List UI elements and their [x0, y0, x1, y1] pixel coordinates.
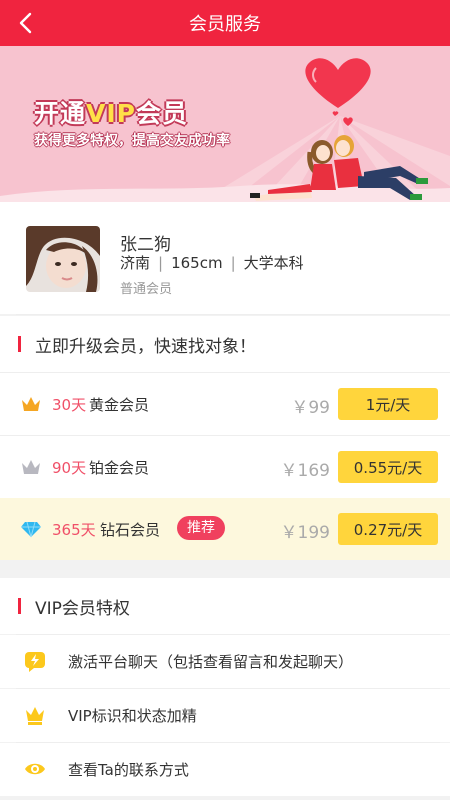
info-separator: |	[158, 254, 164, 272]
diamond-icon	[21, 521, 41, 538]
section-accent-bar	[18, 336, 21, 352]
user-education: 大学本科	[243, 254, 304, 272]
user-profile-card: 张二狗 济南 | 165cm | 大学本科 普通会员	[0, 202, 450, 314]
plan-name: 黄金会员	[89, 396, 150, 414]
plan-price: ￥169	[280, 461, 330, 481]
plan-daily-rate-button[interactable]: 1元/天	[338, 388, 438, 420]
privilege-item-contact: 查看Ta的联系方式	[0, 743, 450, 796]
section-gap	[0, 560, 450, 578]
vip-promo-banner: 开通VIP会员 获得更多特权，提高交友成功率	[0, 46, 450, 202]
plan-name: 铂金会员	[89, 459, 150, 477]
section-accent-bar	[18, 598, 21, 614]
divider	[16, 314, 440, 315]
plan-daily-rate-button[interactable]: 0.55元/天	[338, 451, 438, 483]
privilege-item-chat: 激活平台聊天（包括查看留言和发起聊天）	[0, 635, 450, 688]
top-bar: 会员服务	[0, 0, 450, 46]
crown-icon	[26, 707, 44, 725]
privilege-text: VIP标识和状态加精	[68, 707, 197, 725]
upgrade-section-header: 立即升级会员，快速找对象！	[0, 316, 450, 372]
plan-days: 30天	[52, 396, 87, 414]
plan-row-gold[interactable]: 30天 黄金会员 ￥99 1元/天	[0, 373, 450, 435]
plan-days: 365天	[52, 521, 96, 539]
plan-row-platinum[interactable]: 90天 铂金会员 ￥169 0.55元/天	[0, 436, 450, 498]
avatar[interactable]	[26, 226, 100, 292]
user-city: 济南	[120, 254, 151, 272]
user-height: 165cm	[171, 254, 223, 272]
recommend-badge: 推荐	[177, 516, 225, 540]
plan-daily-rate-button[interactable]: 0.27元/天	[338, 513, 438, 545]
banner-title-suffix: 会员	[136, 99, 189, 128]
plan-days: 90天	[52, 459, 87, 477]
privilege-text: 激活平台聊天（包括查看留言和发起聊天）	[68, 653, 354, 671]
eye-icon	[25, 763, 45, 775]
couple-heart-illustration	[250, 58, 428, 201]
privilege-text: 查看Ta的联系方式	[68, 761, 189, 779]
page-title: 会员服务	[189, 14, 261, 35]
plan-price: ￥199	[280, 523, 330, 543]
banner-subtitle: 获得更多特权，提高交友成功率	[34, 133, 230, 149]
info-separator: |	[230, 254, 236, 272]
back-button[interactable]	[12, 9, 40, 37]
platinum-crown-icon	[22, 460, 40, 474]
plan-price: ￥99	[291, 398, 330, 418]
chat-lightning-icon	[25, 652, 45, 672]
privilege-item-vip-badge: VIP标识和状态加精	[0, 689, 450, 742]
upgrade-heading: 立即升级会员，快速找对象！	[35, 336, 256, 357]
privileges-heading: VIP会员特权	[35, 598, 130, 619]
plan-name: 钻石会员	[100, 521, 161, 539]
banner-title: 开通VIP会员	[34, 94, 188, 130]
user-info-line: 济南 | 165cm | 大学本科	[120, 252, 304, 273]
chevron-left-icon	[19, 12, 32, 34]
banner-title-prefix: 开通	[34, 99, 87, 128]
plan-row-diamond[interactable]: 365天 钻石会员 推荐 ￥199 0.27元/天	[0, 498, 450, 560]
gold-crown-icon	[22, 397, 40, 411]
banner-title-vip: VIP	[86, 99, 136, 128]
user-photo	[26, 226, 100, 292]
privileges-section-header: VIP会员特权	[0, 578, 450, 634]
membership-level: 普通会员	[120, 282, 173, 297]
